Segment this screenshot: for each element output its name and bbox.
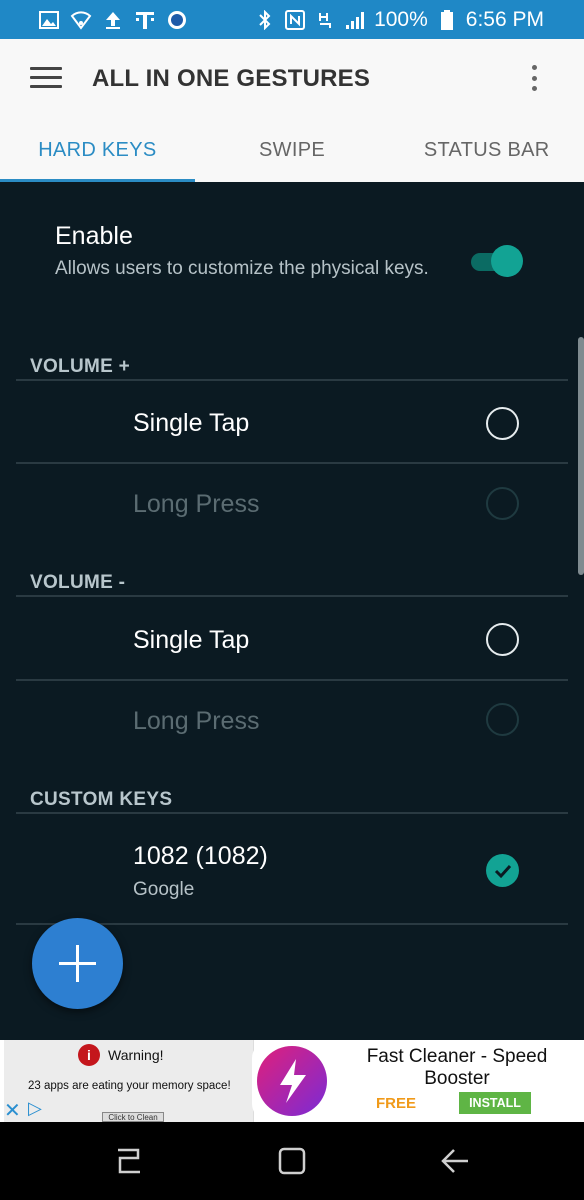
enable-title: Enable xyxy=(55,222,133,250)
battery-percent: 100% xyxy=(374,8,428,31)
back-icon[interactable] xyxy=(438,1144,472,1178)
enable-description: Allows users to customize the physical k… xyxy=(55,258,429,279)
volume-down-long-press-radio xyxy=(486,703,519,736)
ad-warning-head: i Warning! xyxy=(78,1044,164,1066)
warning-icon: i xyxy=(78,1044,100,1066)
divider xyxy=(16,462,568,464)
recent-apps-icon[interactable] xyxy=(112,1144,146,1178)
custom-key-radio-checked[interactable] xyxy=(486,854,519,887)
volume-up-long-press-radio xyxy=(486,487,519,520)
volume-down-long-press-label: Long Press xyxy=(133,707,260,735)
bluetooth-icon xyxy=(254,9,276,31)
custom-key-label[interactable]: 1082 (1082) xyxy=(133,842,268,871)
volume-down-single-tap-label[interactable]: Single Tap xyxy=(133,626,249,655)
volume-up-single-tap-label[interactable]: Single Tap xyxy=(133,409,249,438)
section-header-custom-keys: CUSTOM KEYS xyxy=(30,789,173,810)
battery-icon xyxy=(436,9,458,31)
scrollbar[interactable] xyxy=(578,337,584,575)
divider xyxy=(16,379,568,381)
check-icon xyxy=(494,864,511,878)
status-bar-right: 100% 6:56 PM xyxy=(254,6,544,34)
ad-install-button[interactable]: INSTALL xyxy=(459,1092,531,1114)
page-title: ALL IN ONE GESTURES xyxy=(92,65,371,92)
enable-toggle[interactable] xyxy=(471,245,523,277)
ad-warning-title: Warning! xyxy=(108,1047,164,1063)
clock: 6:56 PM xyxy=(465,8,544,31)
settings-list[interactable]: Enable Allows users to customize the phy… xyxy=(0,182,584,1040)
ad-close-icon[interactable]: ✕ xyxy=(4,1098,21,1123)
tab-bar: HARD KEYS SWIPE STATUS BAR xyxy=(0,119,584,182)
status-bar: 100% 6:56 PM xyxy=(0,0,584,39)
ad-clean-button[interactable]: Click to Clean xyxy=(102,1112,164,1122)
volume-up-long-press-label: Long Press xyxy=(133,490,260,518)
ad-price: FREE xyxy=(376,1095,417,1112)
tab-swipe[interactable]: SWIPE xyxy=(195,119,390,182)
section-header-volume-down: VOLUME - xyxy=(30,572,126,593)
signal-icon xyxy=(344,9,366,31)
adchoices-icon[interactable]: ▷ xyxy=(28,1098,42,1119)
volume-down-single-tap-radio[interactable] xyxy=(486,623,519,656)
toggle-thumb xyxy=(491,245,523,277)
shield-wifi-icon xyxy=(70,9,92,31)
divider xyxy=(16,595,568,597)
app-logo[interactable] xyxy=(252,1042,332,1120)
image-icon xyxy=(38,9,60,31)
tmobile-icon xyxy=(134,9,156,31)
divider xyxy=(16,812,568,814)
volume-up-single-tap-radio[interactable] xyxy=(486,407,519,440)
add-custom-key-button[interactable] xyxy=(32,918,123,1009)
status-bar-left xyxy=(38,6,188,34)
ad-banner[interactable]: i Warning! 23 apps are eating your memor… xyxy=(0,1040,584,1122)
custom-key-sublabel: Google xyxy=(133,879,195,900)
upload-icon xyxy=(102,9,124,31)
menu-icon[interactable] xyxy=(30,67,62,89)
app-bar: ALL IN ONE GESTURES xyxy=(0,39,584,119)
nfc-icon xyxy=(284,9,306,31)
ad-app-name[interactable]: Fast Cleaner - Speed Booster xyxy=(345,1046,569,1090)
navigation-bar xyxy=(0,1122,584,1200)
tab-status-bar[interactable]: STATUS BAR xyxy=(389,119,584,182)
section-header-volume-up: VOLUME + xyxy=(30,356,131,377)
overflow-menu-icon[interactable] xyxy=(530,65,538,91)
volte-icon xyxy=(314,9,336,31)
divider xyxy=(16,679,568,681)
lightning-icon xyxy=(257,1046,327,1116)
ad-warning-body: 23 apps are eating your memory space! xyxy=(28,1080,231,1092)
home-icon[interactable] xyxy=(275,1144,309,1178)
tab-hard-keys[interactable]: HARD KEYS xyxy=(0,119,195,182)
mobile-app-icon xyxy=(166,9,188,31)
plus-icon xyxy=(59,945,96,982)
